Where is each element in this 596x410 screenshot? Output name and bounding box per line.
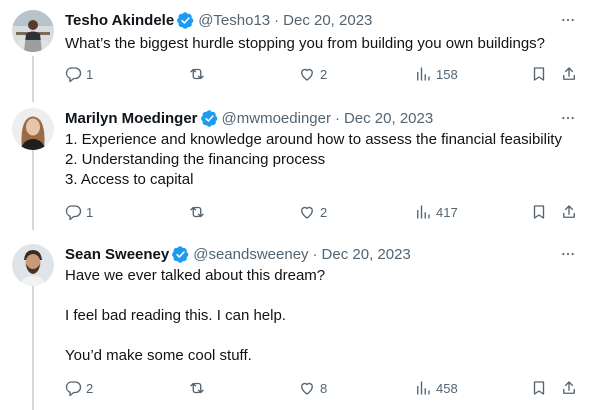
- bookmark-button[interactable]: [530, 377, 548, 399]
- reply-icon: [65, 205, 82, 221]
- bookmark-icon: [533, 205, 545, 219]
- reply-count: 1: [86, 66, 94, 82]
- more-icon[interactable]: [558, 10, 578, 30]
- share-icon: [563, 205, 575, 218]
- avatar[interactable]: [12, 244, 54, 286]
- more-icon[interactable]: [558, 244, 578, 264]
- share-button[interactable]: [560, 377, 578, 399]
- reply-icon: [65, 381, 82, 397]
- reply-button[interactable]: 1: [64, 201, 93, 223]
- like-button[interactable]: 2: [298, 201, 327, 223]
- bookmark-button[interactable]: [530, 201, 548, 223]
- separator: ·: [312, 245, 318, 263]
- like-icon: [301, 382, 313, 395]
- views-count: 417: [436, 204, 458, 220]
- tweet[interactable]: Sean Sweeney @seandsweeney · Dec 20, 202…: [0, 244, 596, 410]
- tweet-text: Have we ever talked about this dream? I …: [65, 266, 325, 366]
- handle[interactable]: @mwmoedinger: [222, 110, 331, 127]
- views-button[interactable]: 158: [414, 63, 458, 85]
- share-icon: [563, 381, 575, 394]
- tweet-line: What’s the biggest hurdle stopping you f…: [65, 35, 546, 52]
- views-icon: [417, 205, 430, 219]
- tweet-line: You’d make some cool stuff.: [65, 347, 252, 364]
- tweet[interactable]: Marilyn Moedinger @mwmoedinger · Dec 20,…: [0, 108, 596, 232]
- views-button[interactable]: 458: [414, 377, 458, 399]
- share-button[interactable]: [560, 201, 578, 223]
- verified-badge-icon: [172, 245, 189, 263]
- display-name[interactable]: Tesho Akindele: [65, 12, 174, 29]
- like-icon: [301, 206, 313, 219]
- tweet-header: Sean Sweeney @seandsweeney · Dec 20, 202…: [65, 244, 411, 264]
- views-icon: [417, 381, 430, 395]
- reply-button[interactable]: 2: [64, 377, 93, 399]
- timestamp[interactable]: Dec 20, 2023: [283, 12, 372, 29]
- views-icon: [417, 67, 430, 81]
- like-count: 8: [320, 380, 328, 396]
- timestamp[interactable]: Dec 20, 2023: [344, 110, 433, 127]
- like-count: 2: [320, 66, 328, 82]
- timestamp[interactable]: Dec 20, 2023: [322, 246, 411, 263]
- tweet-header: Tesho Akindele @Tesho13 · Dec 20, 2023: [65, 10, 372, 30]
- share-icon: [563, 67, 575, 80]
- retweet-icon: [190, 206, 204, 218]
- retweet-icon: [190, 382, 204, 394]
- handle[interactable]: @Tesho13: [198, 12, 270, 29]
- tweet-line: 3. Access to capital: [65, 171, 194, 188]
- tweet-header: Marilyn Moedinger @mwmoedinger · Dec 20,…: [65, 108, 433, 128]
- avatar[interactable]: [12, 108, 54, 150]
- separator: ·: [334, 109, 340, 127]
- reply-count: 2: [86, 380, 94, 396]
- avatar[interactable]: [12, 10, 54, 52]
- views-count: 158: [436, 66, 458, 82]
- reply-button[interactable]: 1: [64, 63, 93, 85]
- handle[interactable]: @seandsweeney: [193, 246, 308, 263]
- share-button[interactable]: [560, 63, 578, 85]
- display-name[interactable]: Marilyn Moedinger: [65, 110, 198, 127]
- bookmark-button[interactable]: [530, 63, 548, 85]
- verified-badge-icon: [200, 109, 218, 127]
- retweet-button[interactable]: [188, 201, 210, 223]
- action-bar: 1 2 158: [60, 63, 590, 85]
- bookmark-icon: [533, 67, 545, 81]
- tweet-line: 1. Experience and knowledge around how t…: [65, 131, 562, 148]
- reply-icon: [65, 67, 82, 83]
- bookmark-icon: [533, 381, 545, 395]
- reply-count: 1: [86, 204, 94, 220]
- tweet[interactable]: Tesho Akindele @Tesho13 · Dec 20, 2023 W…: [0, 10, 596, 100]
- like-button[interactable]: 2: [298, 63, 327, 85]
- tweet-line: Have we ever talked about this dream?: [65, 267, 326, 284]
- tweet-line: I feel bad reading this. I can help.: [65, 307, 286, 324]
- views-button[interactable]: 417: [414, 201, 458, 223]
- more-icon[interactable]: [558, 108, 578, 128]
- like-button[interactable]: 8: [298, 377, 327, 399]
- action-bar: 2 8 458: [60, 377, 590, 399]
- retweet-icon: [190, 68, 204, 80]
- action-bar: 1 2 417: [60, 201, 590, 223]
- tweet-text: What’s the biggest hurdle stopping you f…: [65, 34, 545, 54]
- retweet-button[interactable]: [188, 377, 210, 399]
- tweet-text: 1. Experience and knowledge around how t…: [65, 130, 562, 190]
- views-count: 458: [436, 380, 458, 396]
- display-name[interactable]: Sean Sweeney: [65, 246, 169, 263]
- separator: ·: [274, 11, 280, 29]
- like-count: 2: [320, 204, 328, 220]
- verified-badge-icon: [177, 11, 194, 29]
- tweet-line: 2. Understanding the financing process: [65, 151, 326, 168]
- like-icon: [301, 68, 313, 81]
- retweet-button[interactable]: [188, 63, 210, 85]
